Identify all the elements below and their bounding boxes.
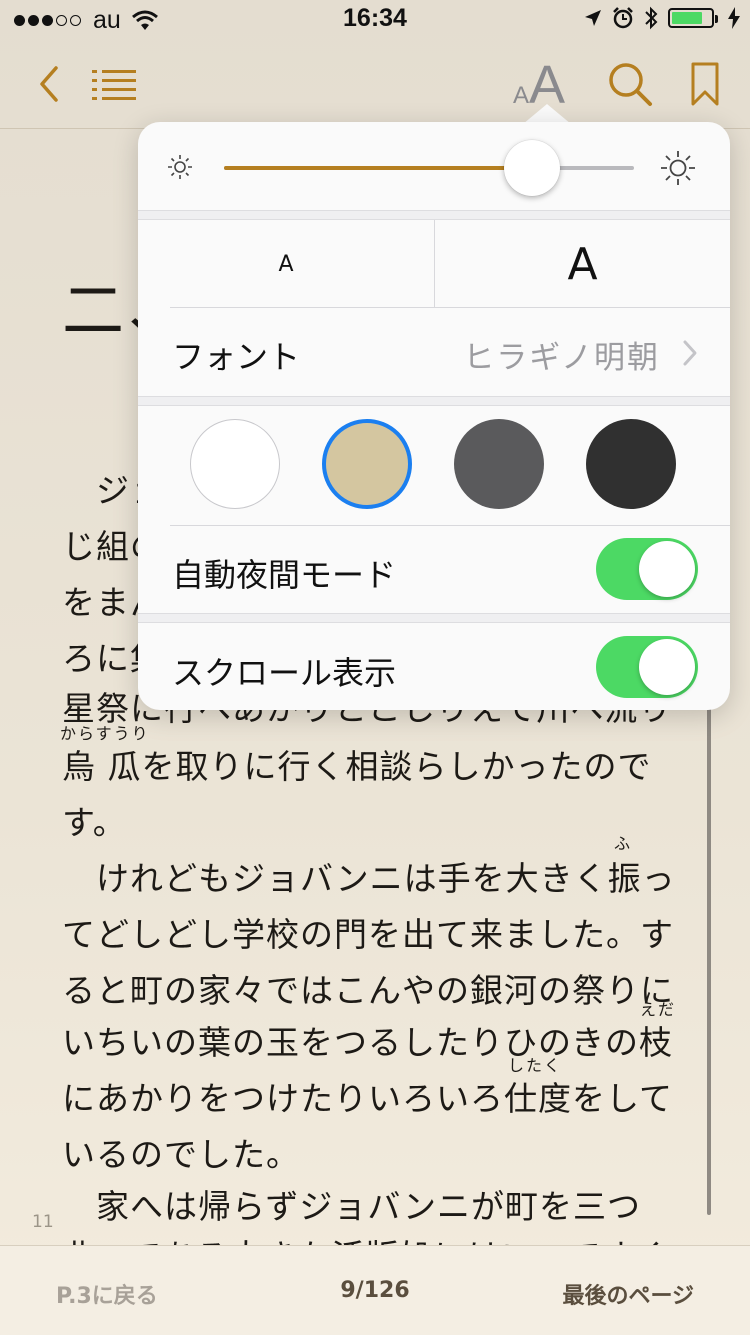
text-line: にあかりをつけたりいろいろ仕度をして bbox=[62, 1079, 674, 1118]
text-line: いちいの葉の玉をつるしたりひのきの枝 bbox=[62, 1023, 674, 1062]
theme-night-swatch[interactable] bbox=[586, 419, 676, 509]
section-separator bbox=[138, 396, 730, 406]
bookmark-icon[interactable] bbox=[690, 62, 720, 106]
bluetooth-icon bbox=[645, 6, 658, 30]
font-value: ヒラギノ明朝 bbox=[463, 340, 660, 376]
auto-night-mode-toggle[interactable] bbox=[596, 538, 698, 600]
brightness-high-icon bbox=[661, 151, 695, 185]
location-arrow-icon bbox=[585, 10, 601, 26]
text-line: ると町の家々ではこんやの銀河の祭りに bbox=[62, 971, 674, 1010]
last-page-button[interactable]: 最後のページ bbox=[562, 1278, 694, 1310]
alarm-icon bbox=[613, 7, 633, 29]
search-icon[interactable] bbox=[606, 60, 654, 108]
ruby-annotation: ふ bbox=[614, 834, 633, 853]
text-line: す。 bbox=[62, 803, 127, 842]
bottom-toolbar: P.3に戻る 9/126 最後のページ bbox=[0, 1245, 750, 1335]
auto-night-mode-label: 自動夜間モード bbox=[172, 556, 397, 594]
scroll-view-label: スクロール表示 bbox=[172, 654, 397, 692]
page-number: 11 bbox=[32, 1212, 54, 1232]
text-line: 烏 瓜を取りに行く相談らしかったので bbox=[62, 747, 652, 786]
text-line: けれどもジョバンニは手を大きく振っ bbox=[96, 859, 676, 898]
section-separator bbox=[138, 613, 730, 623]
back-chevron-icon[interactable] bbox=[36, 64, 62, 104]
text-line: いるのでした。 bbox=[62, 1135, 300, 1174]
text-line: 家へは帰らずジョバンニが町を三つ bbox=[96, 1187, 641, 1226]
brightness-slider[interactable] bbox=[224, 140, 634, 196]
status-bar: au 16:34 bbox=[0, 0, 750, 40]
scroll-indicator bbox=[707, 700, 711, 1215]
brightness-slider-thumb[interactable] bbox=[503, 140, 560, 196]
popover-arrow bbox=[523, 104, 571, 124]
reader-toolbar: AA bbox=[0, 40, 750, 129]
brightness-low-icon bbox=[168, 155, 192, 179]
charging-bolt-icon bbox=[728, 7, 740, 29]
increase-font-size-button[interactable]: A bbox=[435, 220, 730, 308]
theme-gray-swatch[interactable] bbox=[454, 419, 544, 509]
theme-white-swatch[interactable] bbox=[190, 419, 280, 509]
chevron-right-icon bbox=[683, 340, 697, 366]
font-label: フォント bbox=[172, 338, 301, 376]
divider bbox=[170, 525, 730, 526]
theme-sepia-swatch[interactable] bbox=[322, 419, 412, 509]
section-separator bbox=[138, 210, 730, 220]
appearance-popover: A A フォント ヒラギノ明朝 自動夜間モード スクロール表示 bbox=[138, 122, 730, 710]
decrease-font-size-button[interactable]: A bbox=[138, 220, 434, 308]
scroll-view-toggle[interactable] bbox=[596, 636, 698, 698]
text-line: てどしどし学校の門を出て来ました。す bbox=[62, 915, 674, 954]
table-of-contents-icon[interactable] bbox=[92, 68, 138, 100]
battery-icon bbox=[668, 8, 718, 28]
